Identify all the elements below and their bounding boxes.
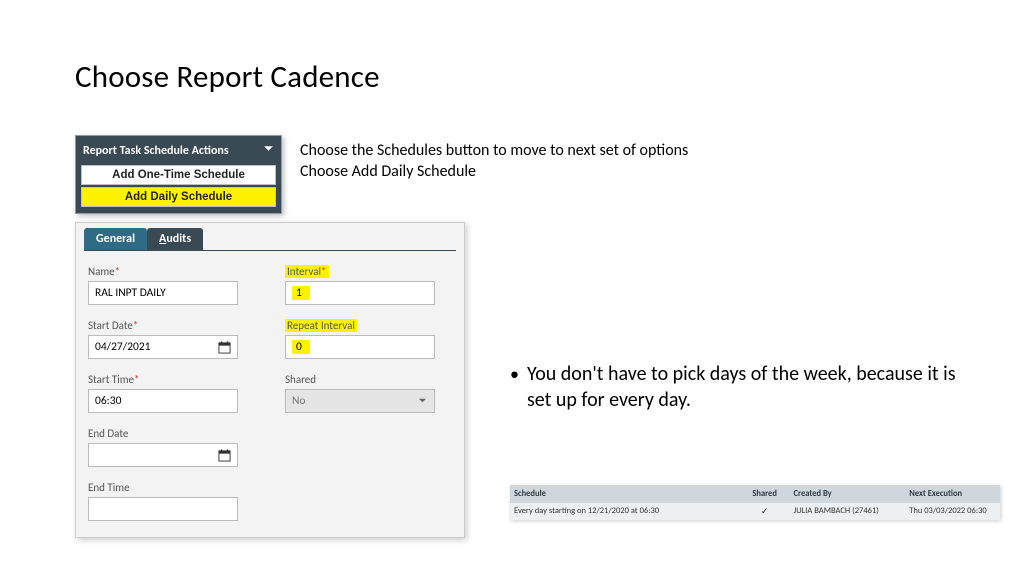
repeat-interval-value: 0 bbox=[292, 340, 310, 354]
tab-general[interactable]: General bbox=[84, 228, 147, 250]
end-time-input-field[interactable] bbox=[95, 498, 231, 520]
cell-next-execution: Thu 03/03/2022 06:30 bbox=[909, 506, 996, 517]
start-date-input[interactable]: 04/27/2021 bbox=[88, 335, 238, 359]
table-row[interactable]: Every day starting on 12/21/2020 at 06:3… bbox=[510, 503, 1000, 520]
chevron-down-icon bbox=[263, 143, 274, 158]
calendar-icon[interactable] bbox=[217, 448, 231, 462]
name-input-field[interactable] bbox=[95, 282, 231, 304]
start-time-input[interactable] bbox=[88, 389, 238, 413]
bullet-text: You don't have to pick days of the week,… bbox=[527, 362, 980, 413]
interval-label-text: Interval bbox=[287, 265, 321, 278]
repeat-interval-input[interactable]: 0 bbox=[285, 335, 435, 359]
required-asterisk: * bbox=[115, 265, 120, 278]
start-time-label-text: Start Time bbox=[88, 373, 134, 386]
dropdown-header[interactable]: Report Task Schedule Actions bbox=[81, 140, 276, 163]
add-one-time-schedule-button[interactable]: Add One-Time Schedule bbox=[81, 165, 276, 185]
start-date-value: 04/27/2021 bbox=[95, 340, 217, 354]
form-column-right: Interval* 1 Repeat Interval 0 Shared No bbox=[285, 261, 452, 531]
page-title: Choose Report Cadence bbox=[75, 58, 380, 96]
explanatory-bullet: • You don't have to pick days of the wee… bbox=[510, 362, 980, 413]
schedule-summary-table: Schedule Shared Created By Next Executio… bbox=[510, 485, 1000, 520]
dropdown-title: Report Task Schedule Actions bbox=[83, 144, 229, 158]
required-asterisk: * bbox=[134, 373, 139, 386]
end-date-input[interactable] bbox=[88, 443, 238, 467]
required-asterisk: * bbox=[321, 265, 326, 278]
form-column-left: Name* Start Date* 04/27/2021 Start Time* bbox=[88, 261, 255, 531]
cell-created-by: JULIA BAMBACH (27461) bbox=[794, 506, 910, 517]
audits-rest: udits bbox=[166, 232, 191, 246]
add-daily-schedule-button[interactable]: Add Daily Schedule bbox=[81, 187, 276, 207]
required-asterisk: * bbox=[133, 319, 138, 332]
header-schedule: Schedule bbox=[514, 489, 736, 499]
header-next-execution: Next Execution bbox=[909, 489, 996, 499]
name-label: Name* bbox=[88, 265, 120, 278]
instruction-line-1: Choose the Schedules button to move to n… bbox=[300, 141, 688, 162]
repeat-interval-label: Repeat Interval bbox=[285, 319, 357, 332]
shared-value: No bbox=[292, 394, 418, 408]
name-input[interactable] bbox=[88, 281, 238, 305]
end-time-input[interactable] bbox=[88, 497, 238, 521]
tab-audits[interactable]: Audits bbox=[147, 228, 203, 250]
instruction-text: Choose the Schedules button to move to n… bbox=[300, 141, 688, 183]
start-date-label-text: Start Date bbox=[88, 319, 133, 332]
table-header-row: Schedule Shared Created By Next Executio… bbox=[510, 485, 1000, 503]
report-task-schedule-actions-menu[interactable]: Report Task Schedule Actions Add One-Tim… bbox=[75, 135, 282, 214]
interval-input[interactable]: 1 bbox=[285, 281, 435, 305]
shared-select[interactable]: No bbox=[285, 389, 435, 413]
header-created-by: Created By bbox=[794, 489, 910, 499]
chevron-down-icon bbox=[418, 395, 428, 408]
interval-label: Interval* bbox=[285, 265, 329, 278]
cell-schedule: Every day starting on 12/21/2020 at 06:3… bbox=[514, 506, 736, 517]
end-date-label: End Date bbox=[88, 427, 128, 440]
shared-label: Shared bbox=[285, 373, 316, 386]
start-time-label: Start Time* bbox=[88, 373, 140, 386]
end-time-label: End Time bbox=[88, 481, 130, 494]
calendar-icon[interactable] bbox=[217, 340, 231, 354]
name-label-text: Name bbox=[88, 265, 115, 278]
interval-value: 1 bbox=[292, 286, 310, 300]
start-date-label: Start Date* bbox=[88, 319, 138, 332]
start-time-input-field[interactable] bbox=[95, 390, 231, 412]
schedule-form-panel: General Audits Name* Start Date* 04/27/2… bbox=[75, 222, 465, 538]
instruction-line-2: Choose Add Daily Schedule bbox=[300, 162, 688, 183]
cell-shared-check-icon: ✓ bbox=[736, 506, 794, 517]
header-shared: Shared bbox=[736, 489, 794, 499]
bullet-dot-icon: • bbox=[510, 362, 519, 413]
